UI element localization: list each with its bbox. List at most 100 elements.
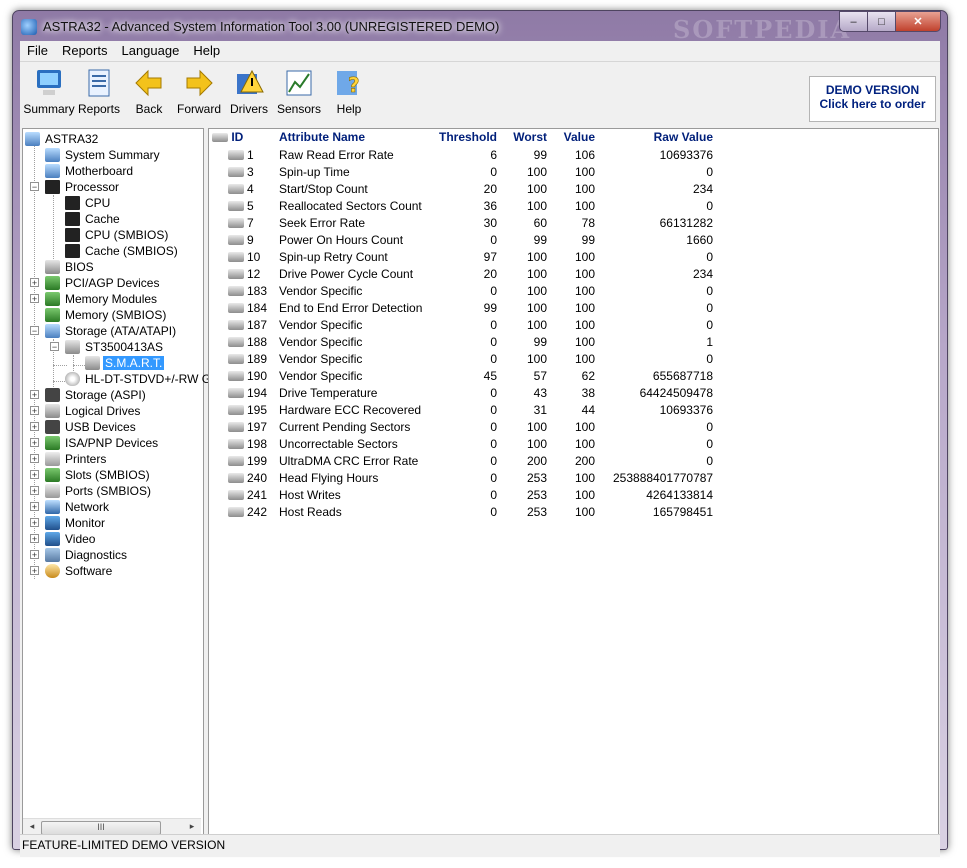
attribute-id: 184 bbox=[247, 301, 268, 315]
raw-value: 0 bbox=[706, 301, 713, 315]
table-row[interactable]: 5 Reallocated Sectors Count 36 100 100 0 bbox=[209, 198, 938, 215]
table-row[interactable]: 4 Start/Stop Count 20 100 100 234 bbox=[209, 181, 938, 198]
table-row[interactable]: 7 Seek Error Rate 30 60 78 66131282 bbox=[209, 215, 938, 232]
table-row[interactable]: 195 Hardware ECC Recovered 0 31 44 10693376 bbox=[209, 402, 938, 419]
table-row[interactable]: 240 Head Flying Hours 0 253 100 2538884017707… bbox=[209, 470, 938, 487]
expand-icon[interactable]: + bbox=[30, 470, 39, 480]
expand-icon[interactable]: + bbox=[30, 438, 39, 448]
hard-drive-icon bbox=[228, 490, 244, 500]
menu-reports[interactable]: Reports bbox=[55, 41, 115, 61]
expand-icon[interactable]: + bbox=[30, 294, 39, 304]
table-row[interactable]: 198 Uncorrectable Sectors 0 100 100 0 bbox=[209, 436, 938, 453]
maximize-button[interactable]: □ bbox=[867, 11, 896, 32]
current-value: 100 bbox=[574, 199, 595, 213]
scroll-thumb[interactable]: III bbox=[41, 821, 161, 835]
worst-value: 100 bbox=[526, 182, 547, 196]
table-row[interactable]: 9 Power On Hours Count 0 99 99 1660 bbox=[209, 232, 938, 249]
hard-drive-icon bbox=[228, 371, 244, 381]
expand-icon[interactable]: + bbox=[30, 566, 39, 576]
smart-attributes-list[interactable]: ID Attribute Name Threshold Worst Value … bbox=[208, 128, 939, 837]
id-header-label: ID bbox=[231, 130, 244, 144]
card-icon bbox=[45, 276, 60, 290]
tree-label: Monitor bbox=[65, 516, 106, 530]
attribute-name-column-header[interactable]: Attribute Name bbox=[279, 130, 365, 145]
worst-column-header[interactable]: Worst bbox=[507, 130, 547, 145]
table-row[interactable]: 242 Host Reads 0 253 100 165798451 bbox=[209, 504, 938, 521]
expand-icon[interactable]: + bbox=[30, 422, 39, 432]
threshold-value: 0 bbox=[490, 352, 497, 366]
help-button[interactable]: ? Help bbox=[324, 64, 374, 118]
threshold-column-header[interactable]: Threshold bbox=[437, 130, 497, 145]
table-row[interactable]: 1 Raw Read Error Rate 6 99 106 10693376 bbox=[209, 147, 938, 164]
expand-icon[interactable]: + bbox=[30, 454, 39, 464]
tree-label: Cache bbox=[85, 212, 120, 226]
summary-button[interactable]: Summary bbox=[23, 64, 75, 118]
drivers-button[interactable]: Drivers bbox=[224, 64, 274, 118]
attribute-name: Host Writes bbox=[279, 488, 341, 502]
table-row[interactable]: 188 Vendor Specific 0 99 100 1 bbox=[209, 334, 938, 351]
hard-drive-icon bbox=[228, 269, 244, 279]
collapse-icon[interactable]: − bbox=[30, 182, 39, 192]
attribute-id: 187 bbox=[247, 318, 268, 332]
tree-label: Printers bbox=[65, 452, 107, 466]
raw-value-column-header[interactable]: Raw Value bbox=[629, 130, 713, 145]
attribute-id: 10 bbox=[247, 250, 261, 264]
attribute-name: Hardware ECC Recovered bbox=[279, 403, 422, 417]
demo-version-order-button[interactable]: DEMO VERSION Click here to order bbox=[809, 76, 936, 122]
raw-value: 655687718 bbox=[652, 369, 713, 383]
expand-icon[interactable]: + bbox=[30, 486, 39, 496]
table-row[interactable]: 197 Current Pending Sectors 0 100 100 0 bbox=[209, 419, 938, 436]
expand-icon[interactable]: + bbox=[30, 534, 39, 544]
table-row[interactable]: 190 Vendor Specific 45 57 62 655687718 bbox=[209, 368, 938, 385]
worst-value: 100 bbox=[526, 284, 547, 298]
menu-help[interactable]: Help bbox=[186, 41, 227, 61]
title-bar[interactable]: ASTRA32 - Advanced System Information To… bbox=[13, 11, 947, 44]
hard-drive-icon bbox=[228, 473, 244, 483]
table-row[interactable]: 184 End to End Error Detection 99 100 100 0 bbox=[209, 300, 938, 317]
collapse-icon[interactable]: − bbox=[50, 342, 59, 352]
table-row[interactable]: 187 Vendor Specific 0 100 100 0 bbox=[209, 317, 938, 334]
scroll-left-icon[interactable]: ◂ bbox=[25, 821, 39, 834]
expand-icon[interactable]: + bbox=[30, 502, 39, 512]
raw-value: 0 bbox=[706, 437, 713, 451]
table-row[interactable]: 194 Drive Temperature 0 43 38 64424509478 bbox=[209, 385, 938, 402]
table-row[interactable]: 241 Host Writes 0 253 100 4264133814 bbox=[209, 487, 938, 504]
id-column-header[interactable]: ID bbox=[212, 130, 243, 145]
table-row[interactable]: 3 Spin-up Time 0 100 100 0 bbox=[209, 164, 938, 181]
table-row[interactable]: 183 Vendor Specific 0 100 100 0 bbox=[209, 283, 938, 300]
reports-button[interactable]: Reports bbox=[74, 64, 124, 118]
client-area: File Reports Language Help Summary Repor… bbox=[20, 41, 940, 857]
sensors-button[interactable]: Sensors bbox=[274, 64, 324, 118]
storage-icon bbox=[45, 388, 60, 402]
menu-file[interactable]: File bbox=[20, 41, 55, 61]
chip-icon bbox=[65, 228, 80, 242]
collapse-icon[interactable]: − bbox=[30, 326, 39, 336]
hard-drive-icon bbox=[228, 286, 244, 296]
close-button[interactable]: ✕ bbox=[895, 11, 941, 32]
minimize-button[interactable]: – bbox=[839, 11, 868, 32]
memory-icon bbox=[45, 292, 60, 306]
menu-language[interactable]: Language bbox=[114, 41, 186, 61]
tree-label: Software bbox=[65, 564, 113, 578]
window-title: ASTRA32 - Advanced System Information To… bbox=[43, 19, 500, 34]
expand-icon[interactable]: + bbox=[30, 390, 39, 400]
value-column-header[interactable]: Value bbox=[557, 130, 595, 145]
device-tree[interactable]: ASTRA32 System Summary Motherboard − Proc… bbox=[22, 128, 211, 837]
expand-icon[interactable]: + bbox=[30, 518, 39, 528]
threshold-value: 0 bbox=[490, 386, 497, 400]
forward-button[interactable]: Forward bbox=[174, 64, 224, 118]
table-row[interactable]: 12 Drive Power Cycle Count 20 100 100 234 bbox=[209, 266, 938, 283]
expand-icon[interactable]: + bbox=[30, 278, 39, 288]
attribute-name: Start/Stop Count bbox=[279, 182, 368, 196]
scroll-right-icon[interactable]: ▸ bbox=[185, 821, 199, 834]
table-row[interactable]: 10 Spin-up Retry Count 97 100 100 0 bbox=[209, 249, 938, 266]
chip-icon bbox=[45, 180, 60, 194]
tree-label: CPU (SMBIOS) bbox=[85, 228, 169, 242]
help-icon: ? bbox=[337, 71, 360, 97]
expand-icon[interactable]: + bbox=[30, 406, 39, 416]
worst-value: 253 bbox=[526, 488, 547, 502]
table-row[interactable]: 199 UltraDMA CRC Error Rate 0 200 200 0 bbox=[209, 453, 938, 470]
back-button[interactable]: Back bbox=[124, 64, 174, 118]
table-row[interactable]: 189 Vendor Specific 0 100 100 0 bbox=[209, 351, 938, 368]
expand-icon[interactable]: + bbox=[30, 550, 39, 560]
